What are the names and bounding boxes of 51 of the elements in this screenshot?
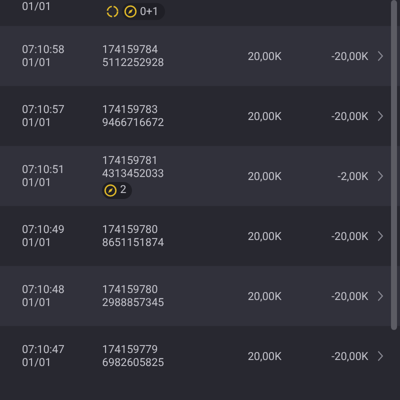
chevron-icon (377, 290, 384, 302)
bet-row[interactable]: 07:10:58 01/01 174159784 5112252928 20,00K -20,00K (0, 26, 400, 86)
chevron-icon (377, 230, 384, 242)
id-text: 6982605825 (102, 356, 165, 369)
result-amount: -20,00K (330, 290, 368, 302)
stake-amount: 20,00K (246, 290, 282, 302)
result-amount: -20,00K (330, 230, 368, 242)
id-text: 174159780 (102, 283, 159, 296)
date-text: 01/01 (22, 0, 52, 13)
time-text: 07:10:58 (22, 43, 66, 56)
date-text: 01/01 (22, 236, 52, 249)
stake-amount: 20,00K (246, 350, 282, 362)
time-text: 07:10:47 (22, 343, 66, 356)
time-text: 07:10:57 (22, 103, 66, 116)
id-text: 174159780 (102, 223, 159, 236)
date-text: 01/01 (22, 296, 52, 309)
chevron-icon (377, 170, 384, 182)
result-amount: -20,00K (330, 350, 368, 362)
chevron-icon (377, 110, 384, 122)
id-text: 5112252928 (102, 56, 165, 69)
bet-row[interactable]: 07:10:48 01/01 174159780 2988857345 20,00K -20,00K (0, 266, 400, 326)
bet-row[interactable]: 07:10:51 01/01 174159781 4313452033 2 20,00K -2,00K (0, 146, 400, 206)
compass-icon (104, 184, 118, 196)
date-text: 01/01 (22, 116, 52, 129)
compass-icon (124, 5, 137, 18)
date-text: 01/01 (22, 176, 52, 189)
id-text: 4313452033 (102, 166, 165, 180)
stake-amount: 20,00K (246, 170, 282, 182)
time-text: 07:10:51 (22, 163, 66, 176)
stake-amount: 20,00K (246, 110, 282, 122)
id-text: 174159781 (102, 154, 159, 166)
stake-amount: 20,00K (246, 50, 282, 62)
id-text: 8651151874 (102, 236, 165, 249)
result-amount: -20,00K (330, 110, 368, 122)
refresh-icon (106, 5, 119, 18)
date-text: 01/01 (22, 56, 52, 69)
time-text: 07:10:48 (22, 283, 66, 296)
chevron-icon (377, 350, 384, 362)
id-text: 174159784 (102, 43, 159, 56)
id-text: 174159783 (102, 103, 159, 116)
stake-amount: 20,00K (246, 230, 282, 242)
id-text: 9466716672 (102, 116, 165, 129)
bonus-badge: 2 (102, 182, 132, 198)
bonus-badge: 0+1 (122, 3, 165, 20)
id-text: 2988857345 (102, 296, 165, 309)
id-text: 174159779 (102, 343, 159, 356)
result-amount: -2,00K (336, 170, 368, 182)
date-text: 01/01 (22, 356, 52, 369)
chevron-icon (377, 50, 384, 62)
time-text: 07:10:49 (22, 223, 66, 236)
result-amount: -20,00K (330, 50, 368, 62)
